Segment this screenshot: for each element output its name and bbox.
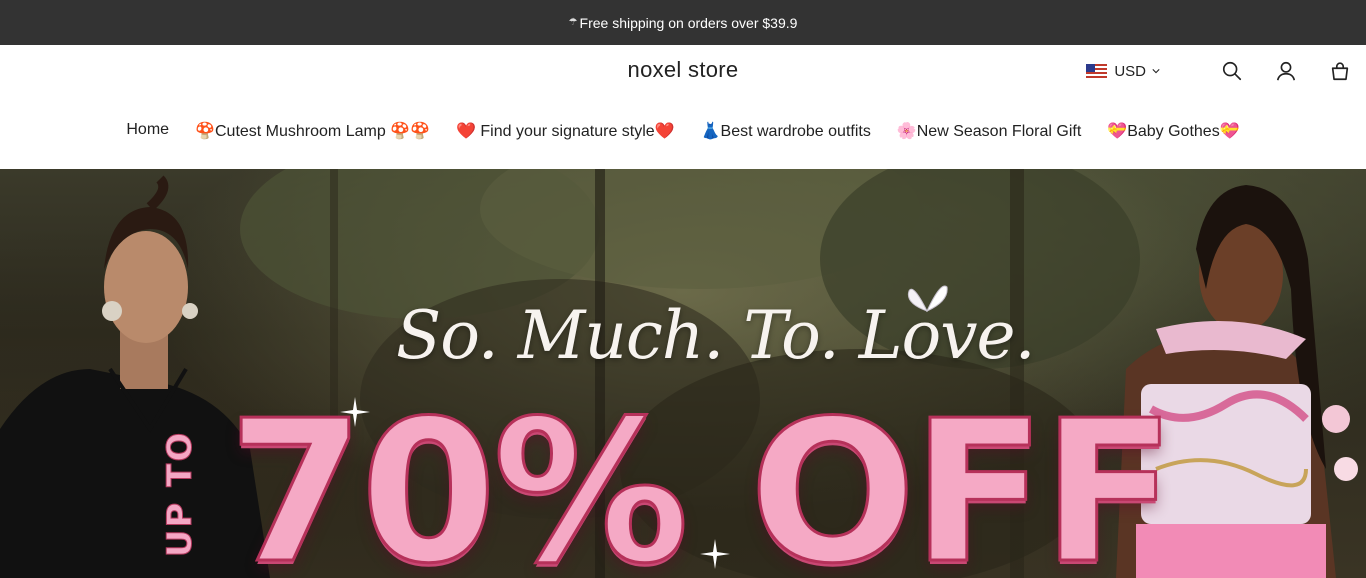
nav-item-baby-gothes[interactable]: 💝Baby Gothes💝 [1107, 121, 1239, 141]
main-nav: Home 🍄Cutest Mushroom Lamp 🍄🍄 ❤️ Find yo… [0, 121, 1366, 141]
nav-item-wardrobe-outfits[interactable]: 👗Best wardrobe outfits [701, 121, 871, 141]
sparkle-icon [340, 397, 370, 427]
cart-icon[interactable] [1328, 59, 1352, 83]
butterfly-icon [907, 285, 948, 313]
search-icon[interactable] [1220, 59, 1244, 83]
offer-prefix-text: UP TO [160, 430, 201, 558]
nav-item-home[interactable]: Home [126, 121, 169, 141]
nav-item-signature-style[interactable]: ❤️ Find your signature style❤️ [456, 121, 675, 141]
site-header: noxel store USD Home 🍄Cutest Mushroom La… [0, 45, 1366, 169]
announcement-text: Free shipping on orders over $39.9 [579, 14, 798, 31]
nav-item-floral-gift[interactable]: 🌸New Season Floral Gift [897, 121, 1081, 141]
announcement-bar: ☂ Free shipping on orders over $39.9 [0, 0, 1366, 45]
umbrella-icon: ☂ [568, 17, 578, 28]
offer-prefix: UP TO [160, 419, 201, 569]
sparkle-icon [700, 539, 730, 569]
nav-item-mushroom-lamp[interactable]: 🍄Cutest Mushroom Lamp 🍄🍄 [195, 121, 430, 141]
hero-banner[interactable]: So. Much. To. Love. UP TO 70% OFF [0, 169, 1366, 578]
currency-selector[interactable]: USD [1086, 63, 1160, 80]
header-tools: USD [1086, 59, 1352, 83]
us-flag-icon [1086, 64, 1108, 78]
chevron-down-icon [1152, 69, 1160, 74]
currency-label: USD [1114, 62, 1146, 80]
account-icon[interactable] [1274, 59, 1298, 83]
